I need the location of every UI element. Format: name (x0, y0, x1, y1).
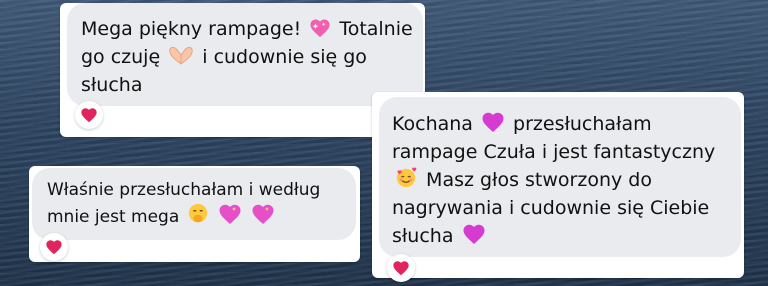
reaction-badge-3[interactable] (40, 233, 68, 261)
message-text: Totalnie (339, 18, 413, 40)
message-text: Mega piękny rampage! (81, 18, 302, 40)
message-text: Właśnie przesłuchałam i według (47, 180, 321, 200)
message-bubble-2[interactable]: Kochana przesłuchałam rampage Czuła i je… (379, 97, 741, 257)
purple-heart-icon (482, 112, 504, 132)
message-text: mnie jest mega (47, 207, 185, 227)
message-text: go czuję (81, 46, 161, 68)
face-with-hand-over-mouth-icon (188, 203, 207, 223)
message-text: słucha (81, 74, 143, 96)
message-text: przesłuchałam (513, 113, 652, 135)
message-text: nagrywania i cudownie się Ciebie (392, 197, 710, 219)
sparkling-pink-heart-icon (310, 19, 330, 38)
reaction-badge-2[interactable] (387, 254, 415, 282)
message-card-1: Mega piękny rampage! Totalnie go czuję i… (60, 3, 425, 137)
message-text: i cudownie się go (202, 46, 367, 68)
red-heart-icon (81, 108, 97, 123)
reaction-badge-1[interactable] (75, 101, 103, 129)
red-heart-icon (393, 261, 409, 276)
message-bubble-3[interactable]: Właśnie przesłuchałam i według mnie jest… (32, 168, 356, 240)
sparkling-heart-icon (252, 204, 274, 224)
message-text: Kochana (392, 113, 479, 135)
heart-hands-icon (169, 46, 193, 65)
red-heart-icon (46, 240, 62, 255)
message-text: Masz głos stworzony do (426, 169, 652, 191)
message-text: rampage Czuła i jest fantastyczny (392, 141, 716, 163)
message-text: słucha (392, 225, 460, 247)
smiling-face-with-hearts-icon (396, 167, 417, 188)
message-card-2: Kochana przesłuchałam rampage Czuła i je… (372, 92, 744, 282)
sparkling-heart-icon (219, 204, 241, 224)
message-card-3: Właśnie przesłuchałam i według mnie jest… (29, 166, 360, 262)
message-bubble-1[interactable]: Mega piękny rampage! Totalnie go czuję i… (67, 3, 423, 106)
purple-heart-icon (463, 224, 485, 244)
